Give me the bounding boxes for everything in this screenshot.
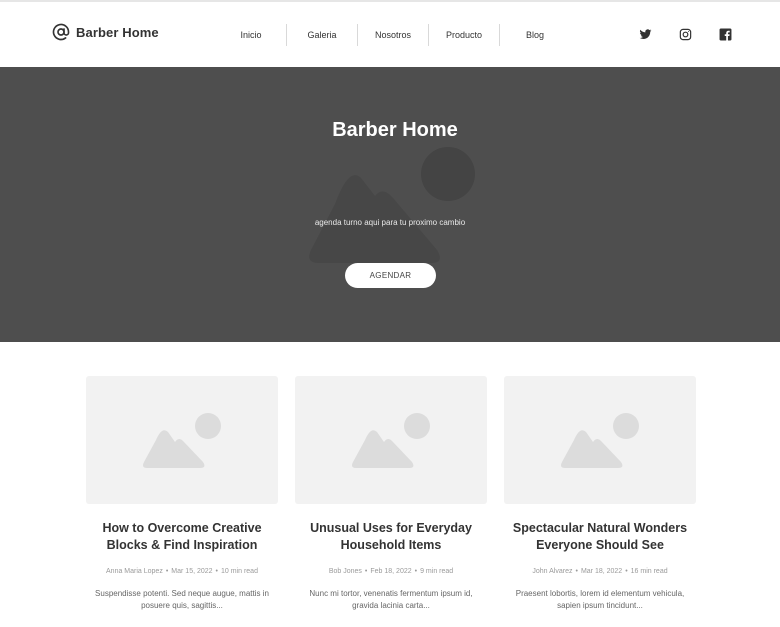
post-date: Feb 18, 2022 bbox=[370, 568, 412, 575]
meta-separator: • bbox=[414, 568, 418, 575]
brand-name: Barber Home bbox=[76, 24, 159, 40]
nav-item-blog[interactable]: Blog bbox=[500, 24, 570, 46]
post-author: Bob Jones bbox=[328, 568, 362, 575]
blog-card[interactable]: Spectacular Natural Wonders Everyone Sho… bbox=[504, 376, 696, 611]
image-placeholder-icon bbox=[143, 413, 221, 468]
at-sign-icon bbox=[52, 23, 70, 41]
post-excerpt: Nunc mi tortor, venenatis fermentum ipsu… bbox=[309, 589, 473, 610]
post-meta: John Alvarez • Mar 18, 2022 • 16 min read bbox=[504, 568, 696, 575]
post-read-time: 16 min read bbox=[630, 568, 668, 575]
post-excerpt: Suspendisse potenti. Sed neque augue, ma… bbox=[95, 589, 269, 610]
hero-banner: Barber Home agenda turno aqui para tu pr… bbox=[0, 67, 780, 342]
brand-logo[interactable]: Barber Home bbox=[52, 23, 159, 41]
twitter-icon bbox=[639, 29, 652, 39]
image-placeholder-icon bbox=[309, 147, 475, 263]
post-title[interactable]: How to Overcome Creative Blocks & Find I… bbox=[86, 520, 278, 554]
facebook-icon bbox=[719, 28, 732, 41]
site-header: Barber Home Inicio Galeria Nosotros Prod… bbox=[0, 2, 780, 67]
meta-separator: • bbox=[364, 568, 368, 575]
post-author: Anna Maria Lopez bbox=[106, 568, 163, 575]
post-author: John Alvarez bbox=[532, 568, 573, 575]
post-meta: Anna Maria Lopez • Mar 15, 2022 • 10 min rea… bbox=[86, 568, 278, 575]
main-nav: Inicio Galeria Nosotros Producto Blog bbox=[216, 24, 570, 46]
instagram-link[interactable] bbox=[679, 28, 692, 41]
post-title[interactable]: Unusual Uses for Everyday Household Item… bbox=[295, 520, 487, 554]
post-date: Mar 18, 2022 bbox=[580, 568, 623, 575]
post-read-time: 9 min read bbox=[420, 568, 454, 575]
post-excerpt: Praesent lobortis, lorem id elementum ve… bbox=[515, 589, 685, 610]
nav-item-galeria[interactable]: Galeria bbox=[287, 24, 357, 46]
twitter-link[interactable] bbox=[639, 28, 652, 41]
post-title[interactable]: Spectacular Natural Wonders Everyone Sho… bbox=[504, 520, 696, 554]
card-image[interactable] bbox=[295, 376, 487, 504]
facebook-link[interactable] bbox=[719, 28, 732, 41]
image-placeholder-icon bbox=[561, 413, 639, 468]
card-image[interactable] bbox=[504, 376, 696, 504]
post-date: Mar 15, 2022 bbox=[171, 568, 213, 575]
image-placeholder-icon bbox=[352, 413, 430, 468]
meta-separator: • bbox=[215, 568, 218, 575]
blog-card[interactable]: Unusual Uses for Everyday Household Item… bbox=[295, 376, 487, 611]
nav-item-inicio[interactable]: Inicio bbox=[216, 24, 286, 46]
blog-card[interactable]: How to Overcome Creative Blocks & Find I… bbox=[86, 376, 278, 611]
post-meta: Bob Jones • Feb 18, 2022 • 9 min read bbox=[295, 568, 487, 575]
agendar-button[interactable]: AGENDAR bbox=[345, 263, 436, 288]
hero-title: Barber Home bbox=[332, 119, 458, 141]
meta-separator: • bbox=[575, 568, 578, 575]
meta-separator: • bbox=[625, 568, 628, 575]
nav-item-producto[interactable]: Producto bbox=[429, 24, 499, 46]
card-image[interactable] bbox=[86, 376, 278, 504]
nav-item-nosotros[interactable]: Nosotros bbox=[358, 24, 428, 46]
instagram-icon bbox=[679, 28, 692, 41]
post-read-time: 10 min read bbox=[221, 568, 258, 575]
meta-separator: • bbox=[165, 568, 169, 575]
hero-subtitle: agenda turno aqui para tu proximo cambio bbox=[314, 218, 466, 227]
